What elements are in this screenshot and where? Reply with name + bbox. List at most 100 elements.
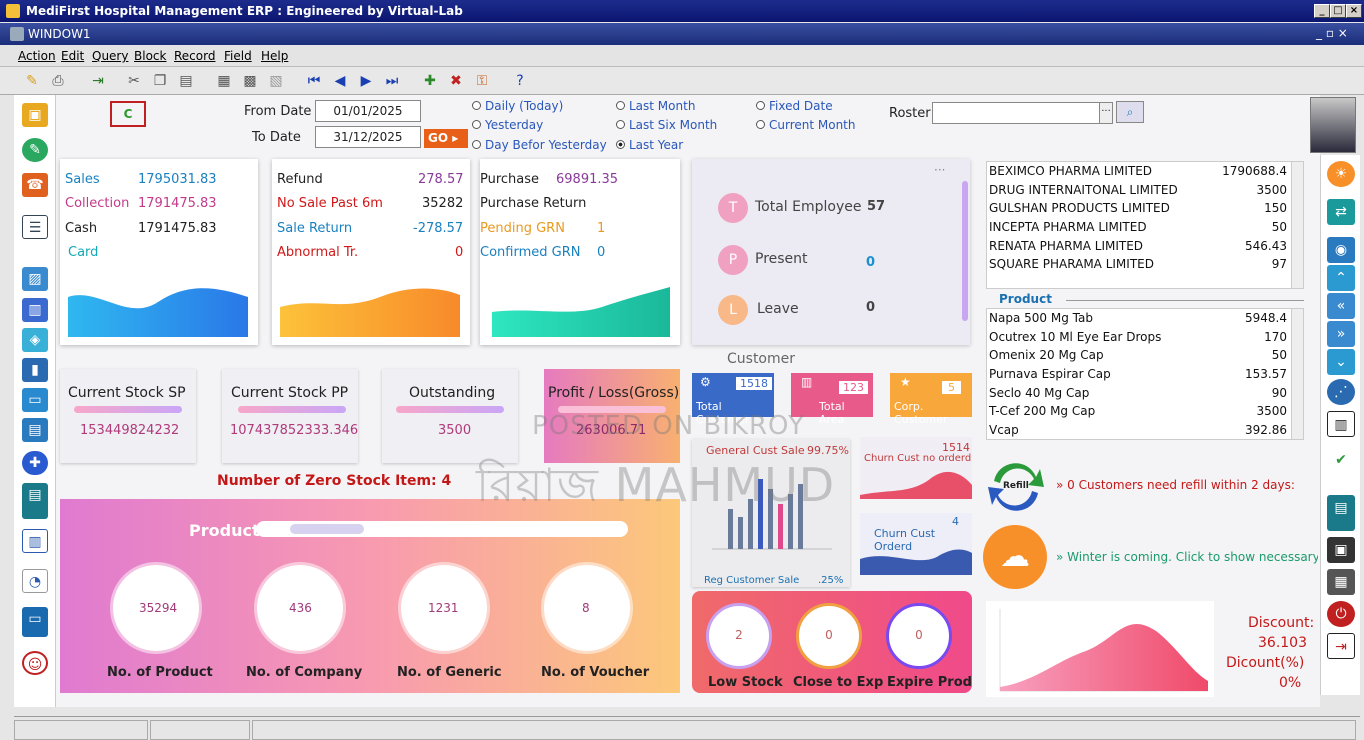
product-row[interactable]: Napa 500 Mg Tab 5948.4 <box>989 309 1289 328</box>
user-avatar[interactable] <box>1310 97 1356 153</box>
column-chart-icon[interactable]: ▮ <box>22 358 48 382</box>
menu-query[interactable]: Query <box>92 49 128 63</box>
document-icon[interactable]: ▤ <box>22 483 48 519</box>
card-icon[interactable]: ▤ <box>22 418 48 442</box>
menu-block[interactable]: Block <box>134 49 166 63</box>
roster-field[interactable] <box>932 102 1100 124</box>
paste-icon[interactable]: ▤ <box>176 71 196 91</box>
product-row[interactable]: Purnava Espirar Cap 153.57 <box>989 365 1289 384</box>
company-count-donut: 436 <box>257 565 343 651</box>
menu-action[interactable]: Action <box>18 49 56 63</box>
radio-last-year[interactable]: Last Year <box>616 138 683 152</box>
analytics-icon[interactable]: ◔ <box>22 569 48 593</box>
lock-record-icon[interactable]: ⚿ <box>472 71 492 91</box>
insert-record-icon[interactable]: ✚ <box>420 71 440 91</box>
radio-last-six-month[interactable]: Last Six Month <box>616 118 717 132</box>
company-row[interactable]: DRUG INTERNAITONAL LIMITED 3500 <box>989 181 1289 200</box>
product-row[interactable]: Omenix 20 Mg Cap 50 <box>989 346 1289 365</box>
window-controls[interactable]: _ ▫ × <box>1316 26 1348 40</box>
company-list-scrollbar[interactable] <box>1291 162 1303 288</box>
execute-icon[interactable]: ▩ <box>240 71 260 91</box>
down-chevron-icon[interactable]: ⌄ <box>1327 349 1355 375</box>
copy-icon[interactable]: ❐ <box>150 71 170 91</box>
search-icon[interactable]: ⌕ <box>1116 101 1144 123</box>
bar-chart-icon[interactable]: ▥ <box>22 298 48 322</box>
churn-orderd-card[interactable]: 4 Churn Cust Orderd <box>860 513 972 575</box>
product-row[interactable]: T-Cef 200 Mg Cap 3500 <box>989 402 1289 421</box>
pass-icon[interactable]: ✔ <box>1327 447 1355 483</box>
save-icon[interactable]: ✎ <box>22 71 42 91</box>
first-record-icon[interactable]: ⏮ <box>304 71 324 91</box>
company-row[interactable]: RENATA PHARMA LIMITED 546.43 <box>989 237 1289 256</box>
share-icon[interactable]: ⋰ <box>1327 379 1355 405</box>
radio-last-month[interactable]: Last Month <box>616 99 695 113</box>
last-record-icon[interactable]: ⏭ <box>382 71 402 91</box>
corp-customer-tile[interactable]: ★ 5 Corp. Customer <box>890 373 972 426</box>
report-icon[interactable]: ▥ <box>22 529 48 553</box>
weather-icon[interactable]: ☁ <box>983 525 1047 589</box>
product-row[interactable]: Seclo 40 Mg Cap 90 <box>989 384 1289 403</box>
company-row[interactable]: BEXIMCO PHARMA LIMITED 1790688.4 <box>989 162 1289 181</box>
go-button[interactable]: GO ▸ <box>424 129 468 148</box>
delete-record-icon[interactable]: ✖ <box>446 71 466 91</box>
radio-current-month[interactable]: Current Month <box>756 118 856 132</box>
right-chevron-icon[interactable]: » <box>1327 321 1355 347</box>
radio-fixed-date[interactable]: Fixed Date <box>756 99 833 113</box>
close-icon[interactable]: × <box>1346 4 1362 18</box>
menu-edit[interactable]: Edit <box>61 49 84 63</box>
camera-icon[interactable]: ◉ <box>1327 237 1355 263</box>
company-row[interactable]: INCEPTA PHARMA LIMITED 50 <box>989 218 1289 237</box>
up-chevron-icon[interactable]: ⌃ <box>1327 265 1355 291</box>
print-icon[interactable]: ⎙ <box>48 71 68 91</box>
refill-message[interactable]: » 0 Customers need refill within 2 days: <box>1056 478 1295 492</box>
exit-icon[interactable]: ⇥ <box>88 71 108 91</box>
refill-icon[interactable]: Refill <box>986 457 1046 517</box>
maximize-icon[interactable]: □ <box>1330 4 1346 18</box>
power-icon[interactable]: ⏻ <box>1327 601 1355 627</box>
cancel-query-icon[interactable]: ▧ <box>266 71 286 91</box>
query-icon[interactable]: ▦ <box>214 71 234 91</box>
weather-sun-icon[interactable]: ☀ <box>1327 161 1355 187</box>
radio-daily[interactable]: Daily (Today) <box>472 99 563 113</box>
product-list-scrollbar[interactable] <box>1291 309 1303 439</box>
roster-lov-button[interactable]: ··· <box>1099 102 1113 124</box>
sheet-icon[interactable]: ▤ <box>1327 495 1355 531</box>
folders-icon[interactable]: ▭ <box>22 607 48 637</box>
weather-message[interactable]: » Winter is coming. Click to show necess… <box>1056 550 1318 564</box>
product-row[interactable]: Vcap 392.86 <box>989 421 1289 440</box>
cut-icon[interactable]: ✂ <box>124 71 144 91</box>
company-row[interactable]: SQUARE PHARAMA LIMITED 97 <box>989 255 1289 274</box>
folder-icon[interactable]: ▣ <box>22 103 48 127</box>
previous-record-icon[interactable]: ◀ <box>330 71 350 91</box>
image-icon[interactable]: ▨ <box>22 267 48 291</box>
churn-no-order-card[interactable]: 1514 Churn Cust no orderd <box>860 437 972 499</box>
radio-yesterday[interactable]: Yesterday <box>472 118 543 132</box>
calculator-icon[interactable]: ▦ <box>1327 569 1355 595</box>
next-record-icon[interactable]: ▶ <box>356 71 376 91</box>
radio-day-before-yesterday[interactable]: Day Befor Yesterday <box>472 138 607 152</box>
product-row[interactable]: Ocutrex 10 Ml Eye Ear Drops 170 <box>989 328 1289 347</box>
barcode-icon[interactable]: ▥ <box>1327 411 1355 437</box>
transfer-icon[interactable]: ⇄ <box>1327 199 1355 225</box>
left-chevron-icon[interactable]: « <box>1327 293 1355 319</box>
edit-icon[interactable]: ✎ <box>22 138 48 162</box>
list-icon[interactable]: ☰ <box>22 215 48 239</box>
to-date-field[interactable]: 31/12/2025 <box>315 126 421 148</box>
floppy-icon[interactable]: ▣ <box>1327 537 1355 563</box>
monitor-icon[interactable]: ▭ <box>22 388 48 412</box>
gamepad-icon[interactable]: ✚ <box>22 451 48 475</box>
from-date-field[interactable]: 01/01/2025 <box>315 100 421 122</box>
menu-field[interactable]: Field <box>224 49 252 63</box>
employee-scrollbar[interactable] <box>962 181 968 321</box>
status-bar <box>14 716 1360 740</box>
help-icon[interactable]: ? <box>510 71 530 91</box>
menu-help[interactable]: Help <box>261 49 288 63</box>
menu-record[interactable]: Record <box>174 49 215 63</box>
company-row[interactable]: GULSHAN PRODUCTS LIMITED 150 <box>989 199 1289 218</box>
minimize-icon[interactable]: _ <box>1314 4 1330 18</box>
logout-icon[interactable]: ⇥ <box>1327 633 1355 659</box>
cube-icon[interactable]: ◈ <box>22 328 48 352</box>
support-icon[interactable]: ☺ <box>22 651 48 675</box>
phone-icon[interactable]: ☎ <box>22 173 48 197</box>
more-icon[interactable]: ··· <box>934 163 945 177</box>
